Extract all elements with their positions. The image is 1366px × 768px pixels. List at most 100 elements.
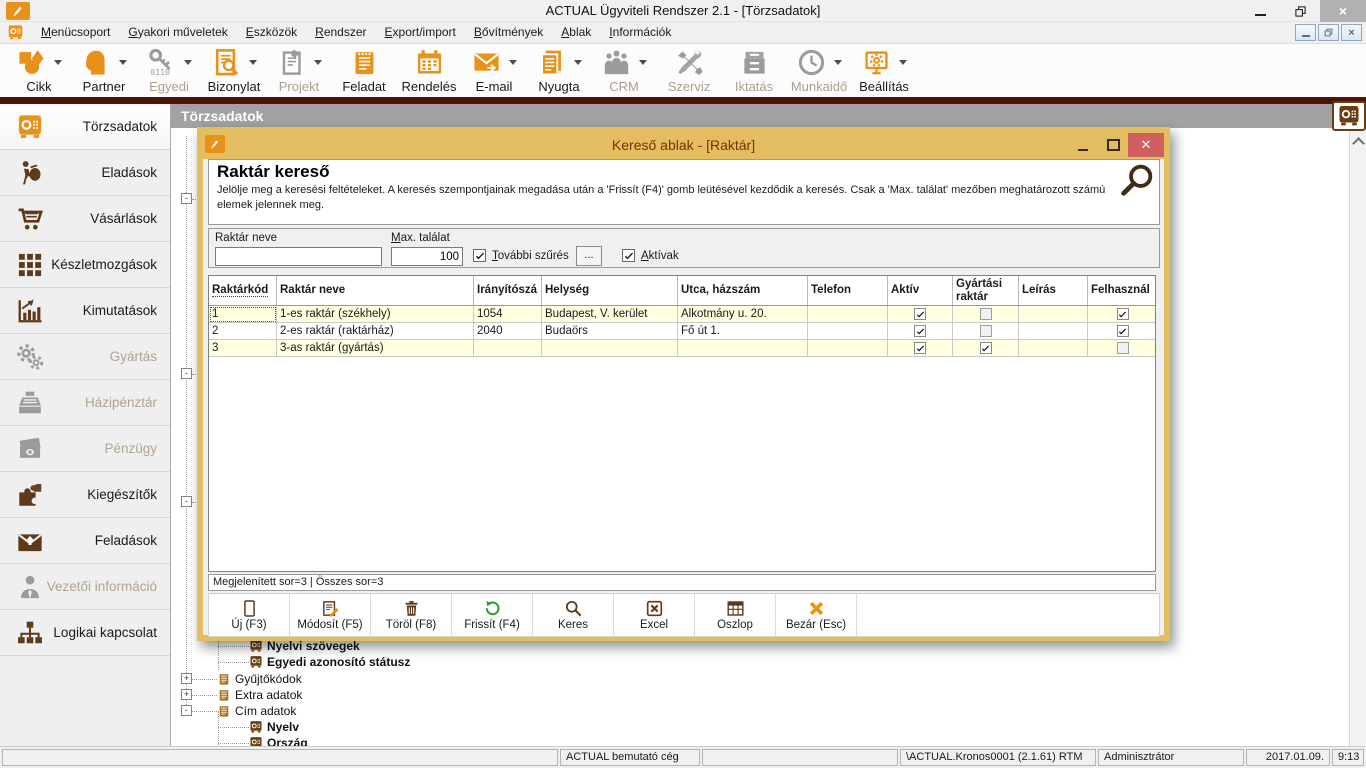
table-cell-desc[interactable] xyxy=(1019,323,1088,340)
table-cell-desc[interactable] xyxy=(1019,306,1088,323)
grid-header-gy-rt-si-rakt-r[interactable]: Gyártási raktár xyxy=(953,276,1019,305)
dropdown-caret-icon[interactable] xyxy=(899,60,907,65)
table-cell-street[interactable]: Fő út 1. xyxy=(678,323,808,340)
table-cell-phone[interactable] xyxy=(808,306,888,323)
table-cell-zip[interactable] xyxy=(474,340,542,357)
sidebar-item-logikai-kapcsolat[interactable]: Logikai kapcsolat xyxy=(0,610,170,656)
dropdown-caret-icon[interactable] xyxy=(119,60,127,65)
table-cell-usable[interactable] xyxy=(1088,323,1156,340)
max-results-input[interactable] xyxy=(391,247,463,266)
dropdown-caret-icon[interactable] xyxy=(834,60,842,65)
table-cell-code[interactable]: 1 xyxy=(209,306,277,323)
excel-button[interactable]: Excel xyxy=(614,594,695,636)
checked-checkbox[interactable] xyxy=(914,342,926,354)
window-minimize-button[interactable] xyxy=(1240,0,1280,22)
grid-header-rakt-rk-d[interactable]: Raktárkód xyxy=(209,276,277,305)
dialog-maximize-button[interactable] xyxy=(1098,133,1128,157)
menu-item-gyakori-m-veletek[interactable]: Gyakori műveletek xyxy=(119,22,236,43)
grid-header-helys-g[interactable]: Helység xyxy=(542,276,678,305)
unchecked-checkbox[interactable] xyxy=(980,308,992,320)
t-r-l-f8-button[interactable]: Töröl (F8) xyxy=(371,594,452,636)
table-row[interactable]: 11-es raktár (székhely)1054Budapest, V. … xyxy=(209,306,1155,323)
table-cell-city[interactable] xyxy=(542,340,678,357)
table-cell-name[interactable]: 2-es raktár (raktárház) xyxy=(277,323,474,340)
dialog-minimize-button[interactable] xyxy=(1068,133,1098,157)
table-cell-street[interactable]: Alkotmány u. 20. xyxy=(678,306,808,323)
more-filter-checkbox[interactable] xyxy=(473,249,486,262)
dialog-close-button[interactable]: ✕ xyxy=(1128,133,1164,157)
warehouse-name-input[interactable] xyxy=(215,247,382,266)
grid-header-felhaszn-l[interactable]: Felhasznál xyxy=(1088,276,1156,305)
menu-item-export-import[interactable]: Export/import xyxy=(376,22,465,43)
table-row[interactable]: 22-es raktár (raktárház)2040BudaörsFő út… xyxy=(209,323,1155,340)
dropdown-caret-icon[interactable] xyxy=(54,60,62,65)
checked-checkbox[interactable] xyxy=(914,325,926,337)
m-dos-t-f5-button[interactable]: Módosít (F5) xyxy=(290,594,371,636)
table-cell-phone[interactable] xyxy=(808,340,888,357)
table-cell-usable[interactable] xyxy=(1088,306,1156,323)
grid-header-telefon[interactable]: Telefon xyxy=(808,276,888,305)
checked-checkbox[interactable] xyxy=(914,308,926,320)
table-cell-street[interactable] xyxy=(678,340,808,357)
tree-item-orsz-g[interactable]: Ország xyxy=(249,735,308,746)
toolbar-item-rendel-s[interactable]: Rendelés xyxy=(400,46,458,94)
table-cell-code[interactable]: 2 xyxy=(209,323,277,340)
tree-item-nyelv[interactable]: Nyelv xyxy=(249,719,299,735)
table-cell-code[interactable]: 3 xyxy=(209,340,277,357)
window-close-button[interactable]: × xyxy=(1320,0,1366,22)
sidebar-item-t-rzsadatok[interactable]: Törzsadatok xyxy=(0,104,170,150)
menu-item-rendszer[interactable]: Rendszer xyxy=(306,22,375,43)
table-cell-active[interactable] xyxy=(888,323,953,340)
grid-header-akt-v[interactable]: Aktív xyxy=(888,276,953,305)
more-filter-ellipsis-button[interactable]: ... xyxy=(576,246,602,266)
vertical-scrollbar[interactable] xyxy=(1349,131,1366,746)
toolbar-item-cikk[interactable]: Cikk xyxy=(10,46,68,94)
active-checkbox[interactable] xyxy=(622,249,635,262)
tree-item-gy-jt-k-dok[interactable]: Gyűjtőkódok xyxy=(217,671,302,687)
grid-header-ir-ny-t-sz[interactable]: Irányítószá xyxy=(474,276,542,305)
tree-expander[interactable]: - xyxy=(181,496,192,507)
dropdown-caret-icon[interactable] xyxy=(314,60,322,65)
mdi-minimize-button[interactable] xyxy=(1295,24,1316,41)
grid-header-rakt-r-neve[interactable]: Raktár neve xyxy=(277,276,474,305)
table-row[interactable]: 33-as raktár (gyártás) xyxy=(209,340,1155,357)
mdi-restore-button[interactable] xyxy=(1318,24,1339,41)
table-cell-phone[interactable] xyxy=(808,323,888,340)
menu-item-men-csoport[interactable]: Menücsoport xyxy=(32,22,119,43)
keres-button[interactable]: Keres xyxy=(533,594,614,636)
dropdown-caret-icon[interactable] xyxy=(249,60,257,65)
tree-expander[interactable]: - xyxy=(181,705,192,716)
table-cell-zip[interactable]: 1054 xyxy=(474,306,542,323)
checked-checkbox[interactable] xyxy=(1117,325,1129,337)
unchecked-checkbox[interactable] xyxy=(1117,342,1129,354)
tree-expander[interactable]: - xyxy=(181,193,192,204)
table-cell-name[interactable]: 1-es raktár (székhely) xyxy=(277,306,474,323)
oszlop-button[interactable]: Oszlop xyxy=(695,594,776,636)
grid-header-utca-h-zsz-m[interactable]: Utca, házszám xyxy=(678,276,808,305)
tree-item-c-m-adatok[interactable]: Cím adatok xyxy=(217,703,296,719)
tree-expander[interactable]: + xyxy=(181,689,192,700)
toolbar-item-e-mail[interactable]: E-mail xyxy=(465,46,523,94)
table-cell-production[interactable] xyxy=(953,340,1019,357)
toolbar-item-bizonylat[interactable]: Bizonylat xyxy=(205,46,263,94)
sidebar-item-v-s-rl-sok[interactable]: Vásárlások xyxy=(0,196,170,242)
scroll-up-arrow[interactable] xyxy=(1354,137,1362,145)
table-cell-city[interactable]: Budaörs xyxy=(542,323,678,340)
sidebar-item-kimutat-sok[interactable]: Kimutatások xyxy=(0,288,170,334)
dropdown-caret-icon[interactable] xyxy=(509,60,517,65)
sidebar-item-felad-sok[interactable]: Feladások xyxy=(0,518,170,564)
table-cell-city[interactable]: Budapest, V. kerület xyxy=(542,306,678,323)
menu-item-b-v-tm-nyek[interactable]: Bővítmények xyxy=(465,22,552,43)
table-cell-production[interactable] xyxy=(953,323,1019,340)
sidebar-item-elad-sok[interactable]: Eladások xyxy=(0,150,170,196)
toolbar-item-nyugta[interactable]: Nyugta xyxy=(530,46,588,94)
bez-r-esc-button[interactable]: Bezár (Esc) xyxy=(776,594,857,636)
dropdown-caret-icon[interactable] xyxy=(574,60,582,65)
tree-item-egyedi-azonos-t-st-tusz[interactable]: Egyedi azonosító státusz xyxy=(249,654,410,670)
toolbar-item-feladat[interactable]: Feladat xyxy=(335,46,393,94)
mdi-close-button[interactable]: × xyxy=(1341,24,1362,41)
table-cell-active[interactable] xyxy=(888,306,953,323)
table-cell-active[interactable] xyxy=(888,340,953,357)
window-restore-button[interactable] xyxy=(1280,0,1320,22)
sidebar-item-k-szletmozg-sok[interactable]: Készletmozgások xyxy=(0,242,170,288)
